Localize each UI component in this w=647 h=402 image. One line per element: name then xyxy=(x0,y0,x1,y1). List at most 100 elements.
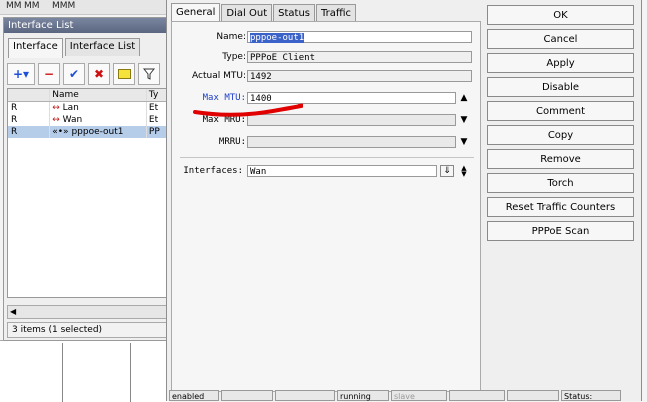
row-name: Lan xyxy=(62,103,79,113)
table-row[interactable]: R «•» pppoe-out1 PP xyxy=(8,126,167,138)
interface-list-title[interactable]: Interface List xyxy=(4,18,167,33)
status-slave: slave xyxy=(391,390,447,401)
tab-status[interactable]: Status xyxy=(273,4,315,22)
row-name-cell: «•» pppoe-out1 xyxy=(50,126,147,138)
table-row[interactable]: R ↔ Lan Et xyxy=(8,102,167,114)
column-header-name[interactable]: Name xyxy=(50,89,147,101)
horizontal-scrollbar[interactable]: ◀ xyxy=(7,305,167,319)
background-window-header: MM MM MMM xyxy=(0,0,170,15)
column-header-flag[interactable] xyxy=(8,89,51,101)
filter-icon xyxy=(143,68,155,80)
general-panel: Name: pppoe-out1 Type: PPPoE Client Actu… xyxy=(171,21,481,392)
reset-traffic-counters-button[interactable]: Reset Traffic Counters xyxy=(487,197,634,217)
name-value: pppoe-out1 xyxy=(250,33,305,43)
actual-mtu-label: Actual MTU: xyxy=(192,71,246,81)
tab-interface[interactable]: Interface xyxy=(8,38,63,58)
row-type: PP xyxy=(148,127,160,137)
ethernet-icon: ↔ xyxy=(52,103,60,113)
status-cell xyxy=(221,390,273,401)
status-running: running xyxy=(337,390,389,401)
check-icon: ✔ xyxy=(68,67,80,81)
tab-general[interactable]: General xyxy=(171,3,221,23)
bg-column-1: MM xyxy=(6,1,22,11)
add-button[interactable]: +▾ xyxy=(7,63,35,85)
name-label: Name: xyxy=(216,32,246,42)
dialog-buttons: OK Cancel Apply Disable Comment Copy Rem… xyxy=(487,5,634,245)
red-underline-annotation xyxy=(193,103,303,117)
table-header: Name Ty xyxy=(8,89,167,102)
row-flag: R xyxy=(8,102,51,114)
row-flag: R xyxy=(8,114,51,126)
interface-list-toolbar: +▾ − ✔ ✖ xyxy=(7,63,160,85)
name-field[interactable]: pppoe-out1 xyxy=(247,31,472,43)
apply-button[interactable]: Apply xyxy=(487,53,634,73)
interfaces-label: Interfaces: xyxy=(183,166,243,176)
dialog-statusbar: enabled running slave Status: xyxy=(169,390,639,401)
mrru-arrow-down-icon[interactable]: ▼ xyxy=(458,136,470,148)
enable-button[interactable]: ✔ xyxy=(63,63,85,85)
plus-icon: +▾ xyxy=(12,67,30,81)
row-name: pppoe-out1 xyxy=(71,127,124,137)
status-label: Status: xyxy=(561,390,621,401)
actual-mtu-field: 1492 xyxy=(247,70,472,82)
mrru-label: MRRU: xyxy=(218,137,246,147)
interfaces-updown-icon[interactable]: ▲ ▼ xyxy=(458,165,470,178)
max-mtu-arrow-up-icon[interactable]: ▲ xyxy=(458,92,470,104)
pppoe-interface-dialog: General Dial Out Status Traffic Name: pp… xyxy=(166,0,642,401)
bg-column-3: MMM xyxy=(52,1,76,11)
row-type: Et xyxy=(148,103,159,113)
tab-dial-out[interactable]: Dial Out xyxy=(221,4,273,22)
status-enabled: enabled xyxy=(169,390,219,401)
minus-icon: − xyxy=(43,67,55,81)
status-cell xyxy=(507,390,559,401)
type-row: Type: PPPoE Client xyxy=(172,51,480,65)
row-name: Wan xyxy=(62,115,83,125)
row-name-cell: ↔ Lan xyxy=(50,102,147,114)
type-field: PPPoE Client xyxy=(247,51,472,63)
bg-divider xyxy=(130,343,131,402)
pppoe-scan-button[interactable]: PPPoE Scan xyxy=(487,221,634,241)
tab-interface-list[interactable]: Interface List xyxy=(64,38,141,56)
disable-button[interactable]: Disable xyxy=(487,77,634,97)
interface-list-tabs: Interface Interface List xyxy=(8,38,142,58)
remove-button[interactable]: Remove xyxy=(487,149,634,169)
interfaces-select[interactable]: Wan xyxy=(247,165,437,177)
interface-list-status: 3 items (1 selected) xyxy=(7,322,167,338)
interface-table: Name Ty R ↔ Lan Et R ↔ Wan Et R «•» pppo… xyxy=(7,88,167,298)
remove-button[interactable]: − xyxy=(38,63,60,85)
mrru-row: MRRU: ▼ xyxy=(172,136,480,150)
background-window-body xyxy=(0,340,170,402)
comment-button[interactable]: Comment xyxy=(487,101,634,121)
bg-column-2: MM xyxy=(24,1,40,11)
interface-list-window: Interface List Interface Interface List … xyxy=(3,17,168,341)
pppoe-icon: «•» xyxy=(52,127,69,137)
row-flag: R xyxy=(8,126,51,138)
name-row: Name: pppoe-out1 xyxy=(172,31,480,45)
scroll-left-icon[interactable]: ◀ xyxy=(8,307,16,316)
tab-traffic[interactable]: Traffic xyxy=(316,4,357,22)
row-name-cell: ↔ Wan xyxy=(50,114,147,126)
type-label: Type: xyxy=(222,52,246,62)
row-type: Et xyxy=(148,115,159,125)
status-cell xyxy=(275,390,335,401)
note-icon xyxy=(117,69,131,79)
disable-button[interactable]: ✖ xyxy=(88,63,110,85)
mrru-field[interactable] xyxy=(247,136,456,148)
interfaces-row: Interfaces: Wan ⇓ ▲ ▼ xyxy=(172,165,480,179)
ethernet-icon: ↔ xyxy=(52,115,60,125)
actual-mtu-row: Actual MTU: 1492 xyxy=(172,70,480,84)
torch-button[interactable]: Torch xyxy=(487,173,634,193)
cross-icon: ✖ xyxy=(93,67,105,81)
interfaces-dropdown-icon[interactable]: ⇓ xyxy=(440,165,454,177)
ok-button[interactable]: OK xyxy=(487,5,634,25)
copy-button[interactable]: Copy xyxy=(487,125,634,145)
filter-button[interactable] xyxy=(138,63,160,85)
cancel-button[interactable]: Cancel xyxy=(487,29,634,49)
comment-button[interactable] xyxy=(113,63,135,85)
table-row[interactable]: R ↔ Wan Et xyxy=(8,114,167,126)
column-header-type[interactable]: Ty xyxy=(147,89,167,101)
status-cell xyxy=(449,390,505,401)
bg-divider xyxy=(62,343,63,402)
max-mru-arrow-down-icon[interactable]: ▼ xyxy=(458,114,470,126)
separator xyxy=(180,157,474,158)
